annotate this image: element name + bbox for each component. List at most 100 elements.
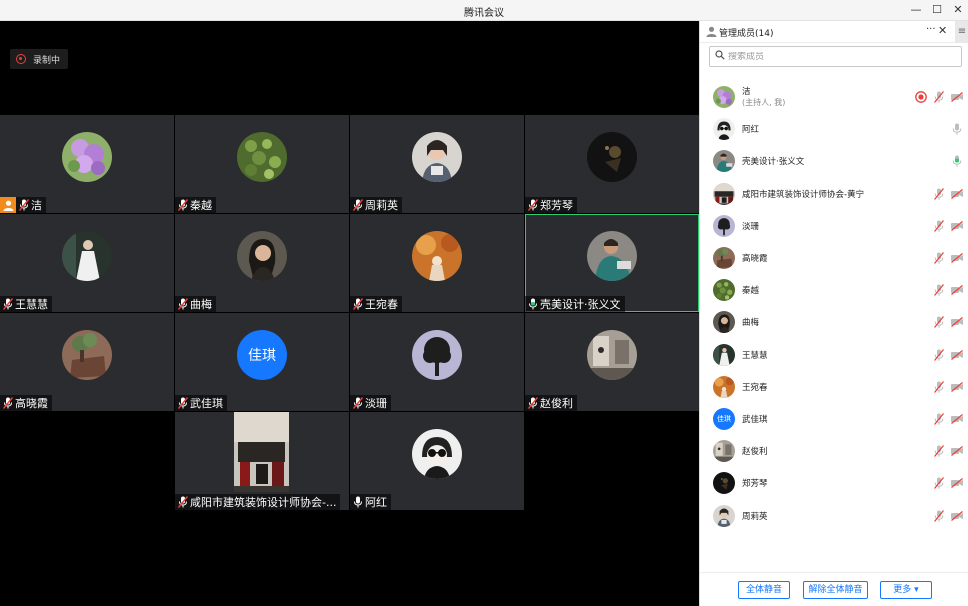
avatar — [713, 375, 735, 398]
mic-muted-icon[interactable] — [932, 90, 946, 104]
avatar — [713, 247, 735, 269]
mic-muted-icon — [177, 396, 189, 410]
video-tile[interactable]: 赵俊利 — [525, 313, 699, 411]
record-icon[interactable] — [914, 90, 928, 104]
camera-off-icon[interactable] — [950, 187, 964, 201]
member-search[interactable] — [709, 46, 962, 67]
camera-off-icon[interactable] — [950, 251, 964, 265]
search-input[interactable] — [728, 51, 948, 62]
mic-muted-icon — [352, 396, 364, 410]
member-row[interactable]: 赵俊利 — [700, 435, 968, 467]
avatar — [412, 429, 462, 479]
video-tile[interactable]: 曲梅 — [175, 214, 349, 312]
video-tile[interactable]: 王宛春 — [350, 214, 524, 312]
name-tag: 武佳琪 — [175, 395, 227, 411]
name-tag: 秦越 — [175, 197, 216, 213]
video-tile[interactable]: 王慧慧 — [0, 214, 174, 312]
name-tag: 咸阳市建筑装饰设计师协会-... — [175, 494, 341, 510]
person-icon — [706, 26, 717, 40]
video-tile[interactable]: 高晓霞 — [0, 313, 174, 411]
members-panel: 管理成员(14) ··· ✕ ≡ 洁(主持人, 我) 阿红壳美设计·张义文咸阳市建… — [699, 21, 968, 606]
mic-muted-icon[interactable] — [932, 187, 946, 201]
member-row[interactable]: 高晓霞 — [700, 242, 968, 274]
mic-icon — [352, 495, 364, 509]
panel-header: 管理成员(14) ··· ✕ ≡ — [700, 21, 968, 43]
member-row[interactable]: 淡珊 — [700, 210, 968, 242]
maximize-button[interactable]: ☐ — [926, 1, 948, 19]
member-row[interactable]: 咸阳市建筑装饰设计师协会-黄宁 — [700, 178, 968, 210]
member-row[interactable]: 周莉英 — [700, 500, 968, 532]
avatar — [713, 86, 735, 108]
name-tag: 阿红 — [350, 494, 391, 510]
member-row[interactable]: 佳琪 武佳琪 — [700, 403, 968, 435]
mic-muted-icon[interactable] — [932, 509, 946, 523]
member-name: 阿红 — [742, 125, 760, 136]
member-row[interactable]: 王宛春 — [700, 371, 968, 403]
video-tile[interactable]: 佳琪 武佳琪 — [175, 313, 349, 411]
name-tag: 周莉英 — [350, 197, 402, 213]
more-options-icon[interactable]: ··· — [926, 24, 936, 35]
mic-muted-icon[interactable] — [932, 348, 946, 362]
member-row[interactable]: 曲梅 — [700, 306, 968, 338]
video-tile[interactable]: 淡珊 — [350, 313, 524, 411]
mic-muted-icon[interactable] — [932, 412, 946, 426]
mic-muted-icon[interactable] — [932, 476, 946, 490]
avatar — [713, 311, 735, 334]
mic-muted-icon[interactable] — [932, 380, 946, 394]
avatar — [587, 132, 637, 182]
participant-name: 周莉英 — [365, 199, 398, 212]
member-name: 秦越 — [742, 286, 760, 297]
camera-off-icon[interactable] — [950, 219, 964, 233]
mic-muted-icon[interactable] — [932, 283, 946, 297]
video-tile[interactable]: 阿红 — [350, 412, 524, 510]
camera-off-icon[interactable] — [950, 90, 964, 104]
mic-speaking-icon[interactable] — [950, 154, 964, 168]
member-name: 咸阳市建筑装饰设计师协会-黄宁 — [742, 189, 865, 200]
participant-name: 壳美设计·张义文 — [540, 298, 621, 311]
mic-icon[interactable] — [950, 122, 964, 136]
video-tile[interactable]: 壳美设计·张义文 — [525, 214, 699, 312]
more-button[interactable]: 更多 ▾ — [880, 581, 932, 599]
avatar — [713, 504, 735, 527]
camera-off-icon[interactable] — [950, 509, 964, 523]
video-tile[interactable]: 周莉英 — [350, 115, 524, 213]
member-row[interactable]: 王慧慧 — [700, 339, 968, 371]
member-row[interactable]: 阿红 — [700, 113, 968, 145]
member-row[interactable]: 郑芳琴 — [700, 467, 968, 499]
menu-icon[interactable]: ≡ — [955, 21, 968, 43]
window-title: 腾讯会议 — [464, 8, 504, 19]
member-name: 王宛春 — [742, 382, 768, 393]
title-bar: 腾讯会议 — ☐ ✕ — [0, 0, 968, 21]
recording-badge[interactable]: 录制中 — [10, 49, 69, 69]
mute-all-button[interactable]: 全体静音 — [738, 581, 790, 599]
member-name: 郑芳琴 — [742, 479, 768, 490]
name-tag: 曲梅 — [175, 296, 216, 312]
camera-off-icon[interactable] — [950, 348, 964, 362]
video-tile[interactable]: 咸阳市建筑装饰设计师协会-... — [175, 412, 349, 510]
member-row[interactable]: 壳美设计·张义文 — [700, 145, 968, 177]
member-row[interactable]: 秦越 — [700, 274, 968, 306]
camera-off-icon[interactable] — [950, 444, 964, 458]
member-row[interactable]: 洁 (主持人, 我) — [700, 81, 968, 113]
camera-off-icon[interactable] — [950, 283, 964, 297]
camera-off-icon[interactable] — [950, 476, 964, 490]
unmute-all-button[interactable]: 解除全体静音 — [803, 581, 868, 599]
video-tile[interactable]: 洁 — [0, 115, 174, 213]
mic-muted-icon[interactable] — [932, 444, 946, 458]
mic-muted-icon[interactable] — [932, 219, 946, 233]
camera-off-icon[interactable] — [950, 412, 964, 426]
participant-name: 武佳琪 — [190, 397, 223, 410]
mic-muted-icon[interactable] — [932, 315, 946, 329]
member-role: (主持人, 我) — [742, 98, 786, 107]
close-button[interactable]: ✕ — [947, 1, 968, 19]
mic-muted-icon[interactable] — [932, 251, 946, 265]
camera-off-icon[interactable] — [950, 315, 964, 329]
participant-name: 淡珊 — [365, 397, 387, 410]
video-tile[interactable]: 郑芳琴 — [525, 115, 699, 213]
close-panel-icon[interactable]: ✕ — [938, 24, 947, 37]
avatar — [713, 343, 735, 366]
video-tile[interactable]: 秦越 — [175, 115, 349, 213]
mic-muted-icon — [352, 297, 364, 311]
camera-off-icon[interactable] — [950, 380, 964, 394]
minimize-button[interactable]: — — [905, 1, 927, 19]
